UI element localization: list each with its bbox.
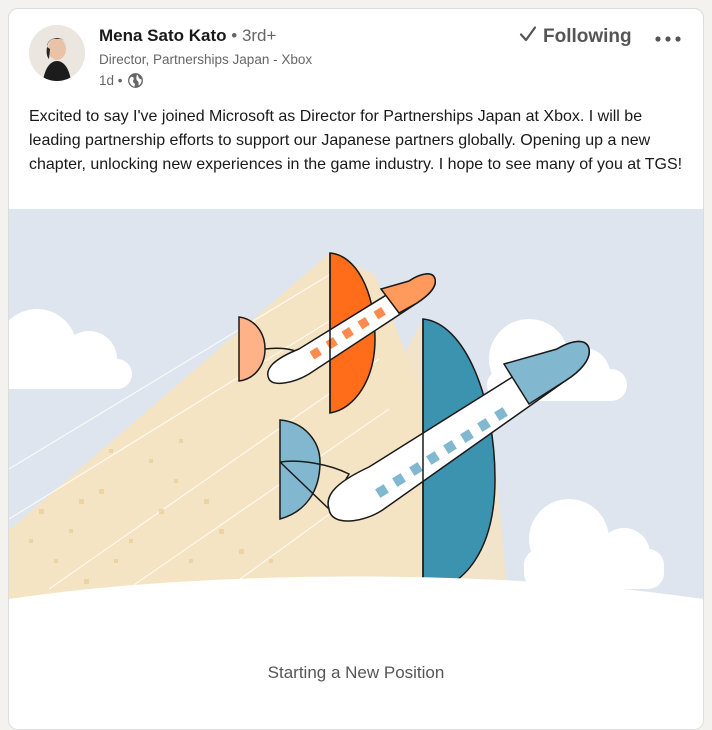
connection-degree: • 3rd+ xyxy=(231,26,277,45)
author-avatar[interactable] xyxy=(29,25,85,81)
following-label: Following xyxy=(543,26,632,47)
ellipsis-icon xyxy=(654,31,682,46)
author-headline: Director, Partnerships Japan - Xbox xyxy=(99,52,313,67)
post-time: 1d • xyxy=(99,73,123,88)
post-card: Mena Sato Kato • 3rd+ Director, Partners… xyxy=(8,8,704,730)
post-text: Excited to say I've joined Microsoft as … xyxy=(29,108,683,173)
avatar-image xyxy=(29,25,85,81)
media-caption[interactable]: Starting a New Position xyxy=(9,663,703,683)
post-media[interactable]: Starting a New Position xyxy=(9,209,703,729)
caption-panel xyxy=(9,576,703,729)
author-name[interactable]: Mena Sato Kato xyxy=(99,26,227,45)
more-options-button[interactable] xyxy=(651,27,685,49)
post-meta: 1d • xyxy=(99,72,144,89)
globe-icon xyxy=(127,72,144,89)
author-name-line[interactable]: Mena Sato Kato • 3rd+ xyxy=(99,26,276,46)
following-button[interactable]: Following xyxy=(519,23,632,51)
check-icon xyxy=(519,25,537,49)
two-airplanes-illustration xyxy=(9,209,703,729)
